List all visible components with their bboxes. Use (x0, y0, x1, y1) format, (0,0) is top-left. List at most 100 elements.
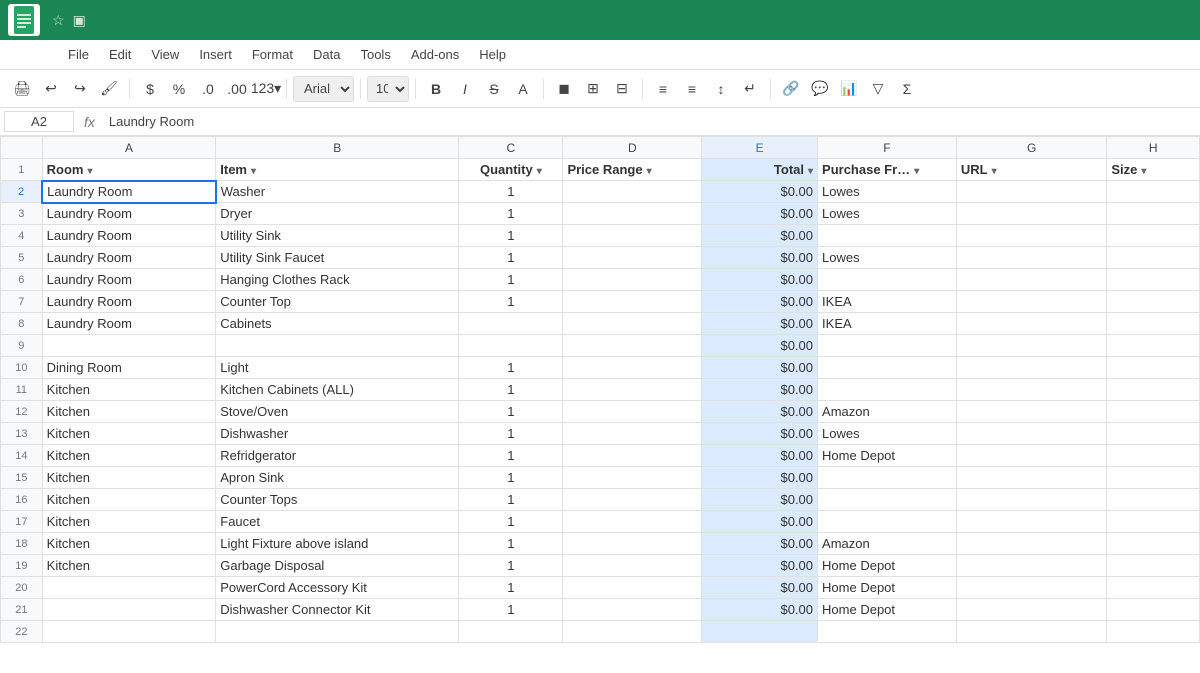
cell-19-e[interactable]: $0.00 (702, 555, 818, 577)
cell-5-h[interactable] (1107, 247, 1200, 269)
cell-8-b[interactable]: Cabinets (216, 313, 459, 335)
cell-22-g[interactable] (956, 621, 1106, 643)
cell-6-e[interactable]: $0.00 (702, 269, 818, 291)
cell-3-h[interactable] (1107, 203, 1200, 225)
cell-12-a[interactable]: Kitchen (42, 401, 216, 423)
cell-5-c[interactable]: 1 (459, 247, 563, 269)
cell-2-f[interactable]: Lowes (818, 181, 957, 203)
cell-15-c[interactable]: 1 (459, 467, 563, 489)
menu-insert[interactable]: Insert (191, 43, 240, 66)
cell-4-h[interactable] (1107, 225, 1200, 247)
cell-7-d[interactable] (563, 291, 702, 313)
cell-7-b[interactable]: Counter Top (216, 291, 459, 313)
cell-5-f[interactable]: Lowes (818, 247, 957, 269)
align-left-button[interactable]: ≡ (649, 75, 677, 103)
cell-2-b[interactable]: Washer (216, 181, 459, 203)
menu-view[interactable]: View (143, 43, 187, 66)
cell-3-g[interactable] (956, 203, 1106, 225)
cell-7-h[interactable] (1107, 291, 1200, 313)
cell-8-d[interactable] (563, 313, 702, 335)
cell-18-f[interactable]: Amazon (818, 533, 957, 555)
cell-2-h[interactable] (1107, 181, 1200, 203)
cell-22-b[interactable] (216, 621, 459, 643)
cell-20-g[interactable] (956, 577, 1106, 599)
col-header-g[interactable]: G (956, 137, 1106, 159)
cell-1-f[interactable]: Purchase Fr…▾ (818, 159, 957, 181)
cell-15-f[interactable] (818, 467, 957, 489)
cell-6-c[interactable]: 1 (459, 269, 563, 291)
cell-5-b[interactable]: Utility Sink Faucet (216, 247, 459, 269)
spreadsheet-container[interactable]: A B C D E F G H 1Room▾Item▾Quantity▾Pric… (0, 136, 1200, 673)
cell-16-c[interactable]: 1 (459, 489, 563, 511)
cell-9-h[interactable] (1107, 335, 1200, 357)
cell-8-f[interactable]: IKEA (818, 313, 957, 335)
cell-15-a[interactable]: Kitchen (42, 467, 216, 489)
cell-18-g[interactable] (956, 533, 1106, 555)
cell-19-g[interactable] (956, 555, 1106, 577)
cell-8-h[interactable] (1107, 313, 1200, 335)
comment-button[interactable]: 💬 (806, 75, 834, 103)
filter-icon-a[interactable]: ▾ (88, 166, 93, 177)
fill-color-button[interactable]: ◼ (550, 75, 578, 103)
cell-14-h[interactable] (1107, 445, 1200, 467)
cell-12-f[interactable]: Amazon (818, 401, 957, 423)
cell-22-d[interactable] (563, 621, 702, 643)
italic-button[interactable]: I (451, 75, 479, 103)
font-selector[interactable]: Arial (293, 76, 354, 102)
font-color-button[interactable]: A (509, 75, 537, 103)
cell-17-h[interactable] (1107, 511, 1200, 533)
cell-12-d[interactable] (563, 401, 702, 423)
cell-16-a[interactable]: Kitchen (42, 489, 216, 511)
cell-9-c[interactable] (459, 335, 563, 357)
cell-3-e[interactable]: $0.00 (702, 203, 818, 225)
star-icon[interactable]: ☆ (52, 12, 65, 29)
cell-20-e[interactable]: $0.00 (702, 577, 818, 599)
cell-13-e[interactable]: $0.00 (702, 423, 818, 445)
cell-17-b[interactable]: Faucet (216, 511, 459, 533)
cell-9-d[interactable] (563, 335, 702, 357)
cell-15-e[interactable]: $0.00 (702, 467, 818, 489)
cell-1-e[interactable]: Total▾ (702, 159, 818, 181)
cell-21-d[interactable] (563, 599, 702, 621)
cell-2-a[interactable]: Laundry Room (42, 181, 216, 203)
cell-14-g[interactable] (956, 445, 1106, 467)
cell-1-a[interactable]: Room▾ (42, 159, 216, 181)
function-button[interactable]: Σ (893, 75, 921, 103)
cell-6-h[interactable] (1107, 269, 1200, 291)
cell-11-b[interactable]: Kitchen Cabinets (ALL) (216, 379, 459, 401)
cell-19-c[interactable]: 1 (459, 555, 563, 577)
wrap-button[interactable]: ↵ (736, 75, 764, 103)
align-center-button[interactable]: ≡ (678, 75, 706, 103)
cell-3-f[interactable]: Lowes (818, 203, 957, 225)
cell-17-g[interactable] (956, 511, 1106, 533)
cell-15-h[interactable] (1107, 467, 1200, 489)
col-header-b[interactable]: B (216, 137, 459, 159)
cell-22-c[interactable] (459, 621, 563, 643)
cell-16-b[interactable]: Counter Tops (216, 489, 459, 511)
cell-6-d[interactable] (563, 269, 702, 291)
cell-18-e[interactable]: $0.00 (702, 533, 818, 555)
cell-20-c[interactable]: 1 (459, 577, 563, 599)
cell-17-e[interactable]: $0.00 (702, 511, 818, 533)
col-header-f[interactable]: F (818, 137, 957, 159)
cell-10-d[interactable] (563, 357, 702, 379)
print-button[interactable]: 🖨 (8, 75, 36, 103)
cell-9-a[interactable] (42, 335, 216, 357)
menu-data[interactable]: Data (305, 43, 348, 66)
filter-icon-h[interactable]: ▾ (1141, 166, 1146, 177)
cell-19-b[interactable]: Garbage Disposal (216, 555, 459, 577)
number-format-button[interactable]: 123▾ (252, 75, 280, 103)
cell-17-c[interactable]: 1 (459, 511, 563, 533)
cell-21-h[interactable] (1107, 599, 1200, 621)
menu-tools[interactable]: Tools (352, 43, 398, 66)
cell-12-g[interactable] (956, 401, 1106, 423)
cell-18-a[interactable]: Kitchen (42, 533, 216, 555)
cell-6-a[interactable]: Laundry Room (42, 269, 216, 291)
cell-20-f[interactable]: Home Depot (818, 577, 957, 599)
strikethrough-button[interactable]: S (480, 75, 508, 103)
col-header-a[interactable]: A (42, 137, 216, 159)
chart-button[interactable]: 📊 (835, 75, 863, 103)
cell-9-g[interactable] (956, 335, 1106, 357)
cell-14-c[interactable]: 1 (459, 445, 563, 467)
decimal-decrease-button[interactable]: .0 (194, 75, 222, 103)
